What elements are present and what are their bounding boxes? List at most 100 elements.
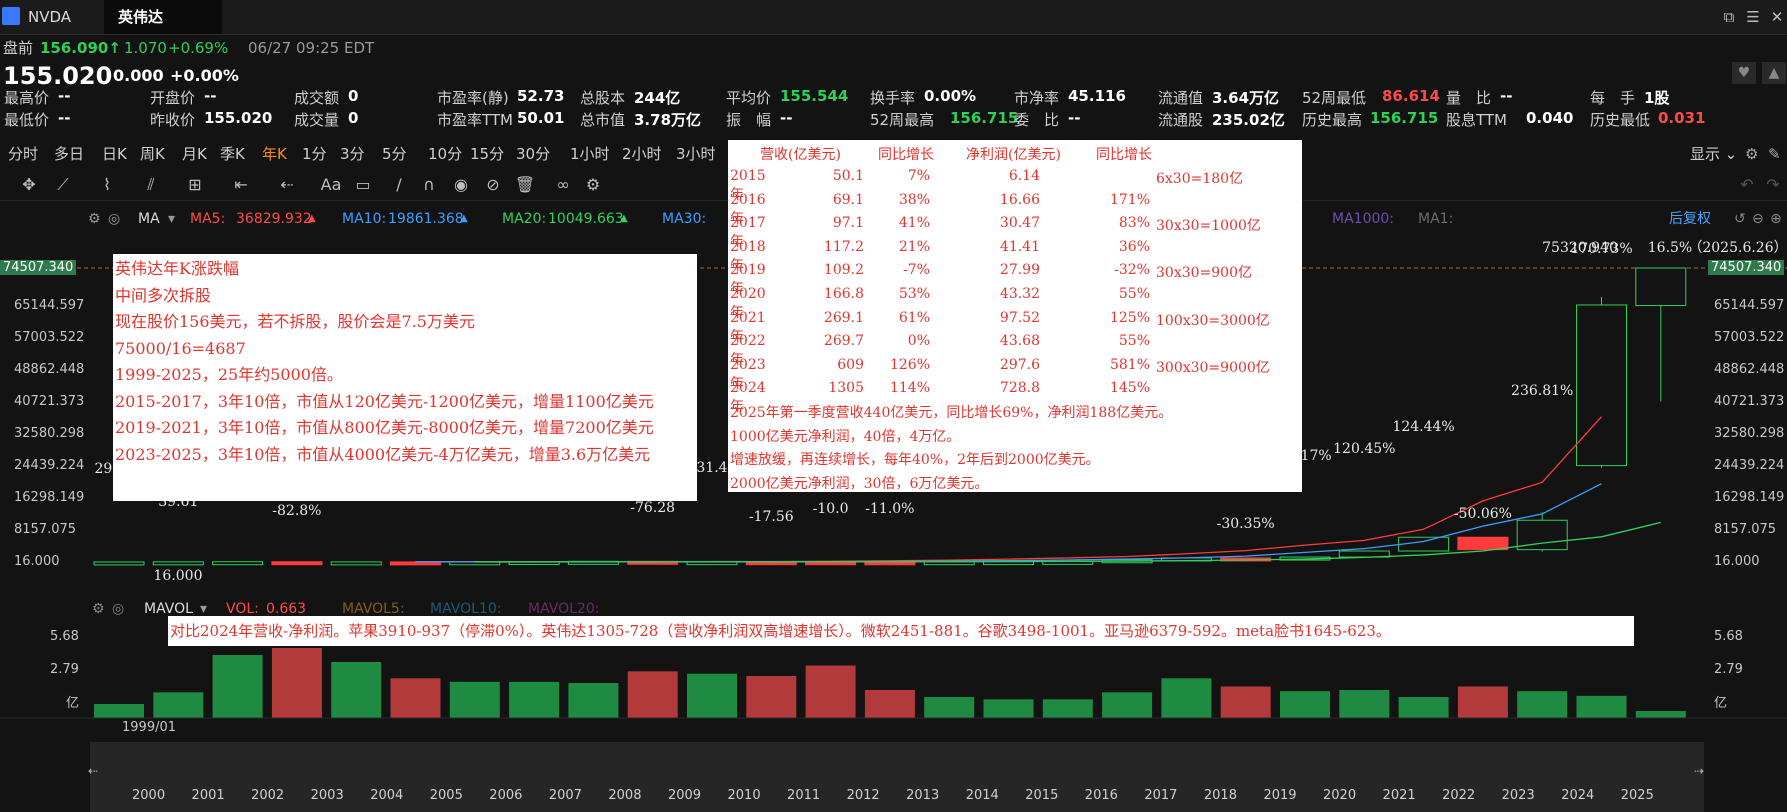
link-icon[interactable]: ∞ [552,174,574,196]
candle-2022 [1457,536,1509,551]
volume-bar-11 [746,676,797,718]
volume-bar-3 [271,648,322,718]
note-table-cell: 297.6 [999,356,1040,373]
timeframe-10[interactable]: 10分 [428,140,462,168]
timeframe-5[interactable]: 季K [220,140,245,168]
navigator-right-handle[interactable]: ⇢ [1694,764,1704,778]
navigator-year: 2004 [370,788,404,803]
navigator-year: 2023 [1501,788,1535,803]
note-table-cell: 97.1 [832,215,864,232]
stat-value: 156.715 [1370,109,1439,127]
note-table-cell: 300x30=9000亿 [1156,359,1270,376]
timeframe-12[interactable]: 30分 [516,140,550,168]
timeframe-13[interactable]: 1小时 [570,140,610,168]
premarket-pct: +0.69% [168,39,229,57]
heart-icon[interactable]: ♥ [1732,62,1756,84]
pencil-icon[interactable]: ∕ [388,174,410,196]
timeframe-4[interactable]: 月K [182,140,207,168]
premarket-bar: 盘前 156.090↑ 1.070 +0.69% 06/27 09:25 EDT [0,34,1787,62]
eye-icon[interactable]: ◉ [450,174,472,196]
timeframe-8[interactable]: 3分 [340,140,365,168]
ma-label[interactable]: MA [138,203,160,235]
timeframe-15[interactable]: 3小时 [676,140,716,168]
timeframe-7[interactable]: 1分 [302,140,327,168]
note-table-cell: 117.2 [823,238,864,255]
chevron-down-icon[interactable]: ▾ [168,203,175,235]
note-table-cell: 16.66 [999,191,1040,208]
vol-settings-icon[interactable]: ⚙ [92,598,105,620]
price-axis-label: 57003.522 [14,330,85,345]
channel-icon[interactable]: ⫽ [140,174,162,196]
note-table-cell: 36% [1118,238,1150,255]
premarket-change: 1.070 [124,39,167,57]
timeframe-1[interactable]: 多日 [54,140,84,168]
measure-icon[interactable]: ⇤ [230,174,252,196]
restore-window-icon[interactable]: ⧉ [1720,8,1738,26]
redo-icon[interactable]: ↷ [1762,174,1784,196]
crosshair-icon[interactable]: ✥ [18,174,40,196]
annual-change-label: -30.35% [1217,516,1275,532]
note-table-cell: 100x30=3000亿 [1156,312,1270,329]
candle-2001 [212,561,264,566]
pen-icon[interactable]: ✎ [1768,140,1781,168]
arrow-left-icon[interactable]: ⇠ [276,174,298,196]
undo-icon[interactable]: ↶ [1736,174,1758,196]
timeframe-9[interactable]: 5分 [382,140,407,168]
volume-bar-10 [687,673,737,718]
bell-icon[interactable]: ▲ [1762,62,1786,84]
settings-list-icon[interactable]: ☰ [1744,8,1762,26]
top-pct-annotation: （2025.6.26） [1688,240,1787,256]
ma-item-value: 10049.663 [548,211,624,227]
navigator-year: 2001 [191,788,225,803]
hide-icon[interactable]: ⊘ [482,174,504,196]
tool-settings-icon[interactable]: ⚙ [582,174,604,196]
polyline-icon[interactable]: ⌇ [96,174,118,196]
vol-toggle-icon[interactable]: ◎ [112,598,124,620]
note-table: 营收(亿美元) 同比增长 净利润(亿美元) 同比增长 2015年 50.1 7% 6.14 6x… [728,140,1302,492]
close-icon[interactable]: ✕ [1768,8,1786,26]
timeframe-14[interactable]: 2小时 [622,140,662,168]
text-tool-icon[interactable]: Aa [320,174,342,196]
note-table-cell: -7% [903,262,930,279]
line-tool-icon[interactable]: ⟋ [52,174,74,196]
note-table-footer: 2000亿美元净利润，30倍，6万亿美元。 [730,475,989,492]
annual-change-label: -50.06% [1454,506,1512,522]
volume-axis-label-right: 2.79 [1714,662,1743,677]
annual-change-label: -11.0% [865,501,914,517]
note-table-cell: 27.99 [999,262,1040,279]
ma-toggle-icon[interactable]: ◎ [108,203,120,235]
timeframe-0[interactable]: 分时 [8,140,38,168]
premarket-time: 06/27 09:25 EDT [248,39,375,57]
magnet-icon[interactable]: ∩ [418,174,440,196]
volume-bar-16 [1042,699,1093,718]
annual-change-label: 16.5% [1648,240,1692,256]
stat-label: 市盈率(静) [437,89,509,107]
stat-value: 1股 [1644,89,1670,107]
ma-settings-icon[interactable]: ⚙ [88,203,101,235]
timeframe-2[interactable]: 日K [102,140,127,168]
timeframe-11[interactable]: 15分 [470,140,504,168]
comment-icon[interactable]: ▭ [352,174,374,196]
gear-icon[interactable]: ⚙ [1745,140,1758,168]
navigator-left-handle[interactable]: ⇠ [88,764,98,778]
navigator-year: 2014 [965,788,999,803]
zoom-out-icon[interactable]: ⊖ [1752,203,1764,235]
fib-icon[interactable]: ⊞ [184,174,206,196]
display-button[interactable]: 显示 ⌄ [1690,140,1737,168]
stat-value: 3.78万亿 [634,111,702,129]
ma-item-name: MA5: [190,211,226,227]
stat-label: 总股本 [580,89,626,107]
navigator-year: 2025 [1620,788,1654,803]
timeframe-3[interactable]: 周K [140,140,165,168]
timeframe-6[interactable]: 年K [262,140,287,168]
triangle-up-icon: ▲ [308,213,316,224]
tab-ticker[interactable]: NVDA [14,0,85,34]
note-table-footer: 2025年第一季度营收440亿美元，同比增长69%，净利润188亿美元。 [730,405,1173,421]
tab-stock-name[interactable]: 英伟达 [104,0,222,34]
refresh-icon[interactable]: ↺ [1734,203,1746,235]
zoom-in-icon[interactable]: ⊕ [1770,203,1782,235]
stat-label: 总市值 [580,111,626,129]
adjust-button[interactable]: 后复权 [1669,203,1711,235]
trash-icon[interactable]: 🗑 [514,174,536,196]
start-date-label: 1999/01 [122,720,177,735]
